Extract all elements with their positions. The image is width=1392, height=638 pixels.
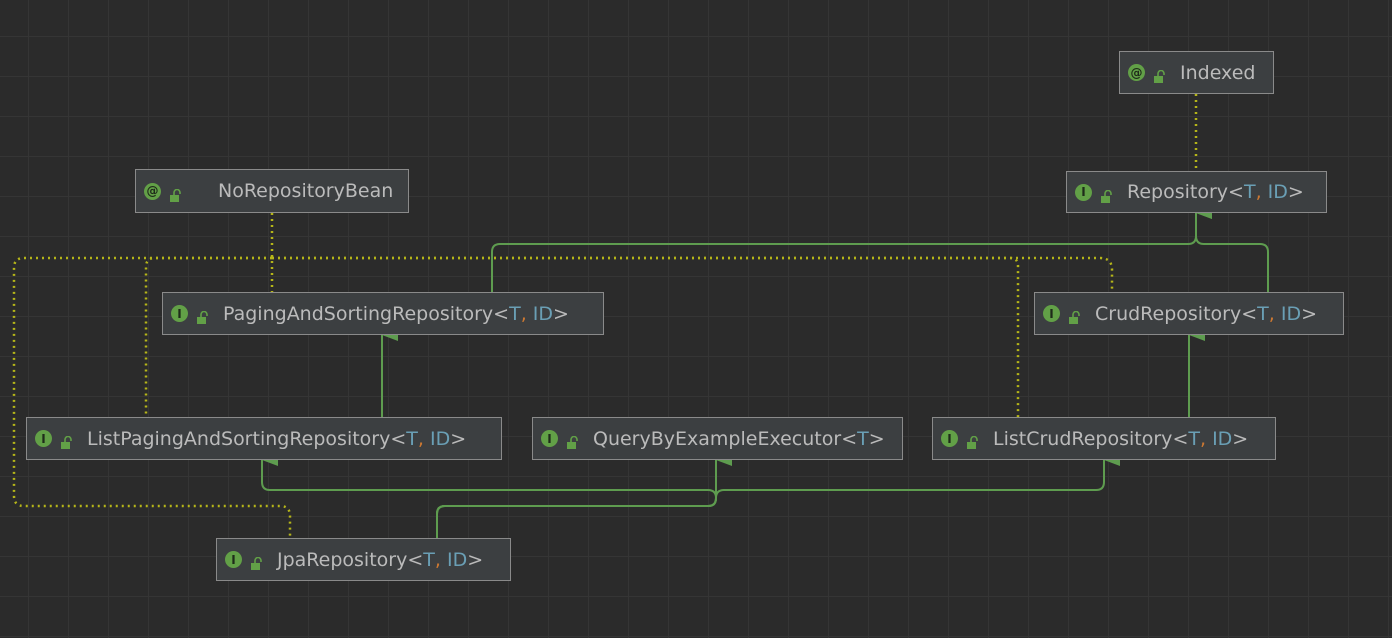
generic-close: > [1232, 427, 1249, 450]
node-label: QueryByExampleExecutor<T> [593, 428, 885, 450]
node-label: PagingAndSortingRepository<T, ID> [223, 303, 569, 325]
generic-open: < [1228, 181, 1244, 203]
type-parameter: ID [446, 548, 468, 571]
generic-open: < [841, 427, 858, 450]
node-list-paging-and-sorting-repository[interactable]: I ListPagingAndSortingRepository<T, ID> [26, 417, 502, 460]
generic-open: < [1172, 427, 1189, 450]
interface-icon: I [1043, 305, 1060, 322]
generic-close: > [553, 302, 569, 325]
node-no-repository-bean[interactable]: @ NoRepositoryBean [135, 169, 409, 213]
edge-jpa-to-listpaging [261, 454, 718, 538]
public-lock-icon [1068, 307, 1081, 324]
annotation-icon: @ [1128, 64, 1145, 81]
type-parameter: T [509, 302, 521, 325]
public-lock-icon [250, 553, 263, 570]
node-label: ListPagingAndSortingRepository<T, ID> [87, 428, 466, 450]
node-list-crud-repository[interactable]: I ListCrudRepository<T, ID> [932, 417, 1276, 460]
public-lock-icon [1153, 66, 1166, 83]
generic-open: < [1241, 302, 1258, 325]
public-lock-icon [196, 307, 209, 324]
node-label: NoRepositoryBean [218, 180, 393, 202]
node-crud-repository[interactable]: I CrudRepository<T, ID> [1034, 292, 1344, 335]
node-label: Indexed [1180, 62, 1255, 84]
interface-icon: I [941, 430, 958, 447]
generic-open: < [493, 302, 510, 325]
type-name: NoRepositoryBean [218, 180, 394, 202]
generic-separator: , [434, 548, 447, 571]
public-lock-icon [1100, 186, 1113, 203]
generic-separator: , [1268, 302, 1281, 325]
public-lock-icon [566, 432, 579, 449]
generic-separator: , [417, 427, 430, 450]
type-name: QueryByExampleExecutor [593, 427, 842, 450]
annotation-norepobean-to-crud [272, 256, 1114, 292]
node-label: ListCrudRepository<T, ID> [993, 428, 1248, 450]
type-parameter: ID [1280, 302, 1302, 325]
type-parameter: T [1257, 302, 1269, 325]
generic-close: > [868, 427, 885, 450]
type-name: CrudRepository [1095, 302, 1242, 325]
edge-jpa-to-querybyexample [436, 454, 732, 538]
generic-close: > [467, 548, 484, 571]
interface-icon: I [35, 430, 52, 447]
generic-close: > [1301, 302, 1317, 325]
interface-icon: I [225, 551, 242, 568]
node-indexed[interactable]: @ Indexed [1119, 51, 1274, 94]
type-parameter: ID [532, 302, 554, 325]
generic-open: < [407, 548, 424, 571]
interface-icon: I [1075, 183, 1092, 201]
node-jpa-repository[interactable]: I JpaRepository<T, ID> [216, 538, 511, 581]
edge-crud-to-repository [1195, 207, 1269, 292]
type-parameter: T [1243, 181, 1256, 203]
edge-jpa-to-listcrud [436, 454, 1120, 538]
public-lock-icon [60, 432, 73, 449]
type-parameter: ID [430, 427, 451, 450]
type-name: ListCrudRepository [993, 427, 1173, 450]
type-parameter: ID [1267, 181, 1288, 203]
type-name: Indexed [1180, 61, 1256, 84]
interface-icon: I [541, 430, 558, 447]
type-parameter: ID [1212, 427, 1233, 450]
node-repository[interactable]: I Repository<T, ID> [1066, 171, 1327, 213]
generic-separator: , [1199, 427, 1213, 450]
node-label: JpaRepository<T, ID> [277, 549, 483, 571]
annotation-icon: @ [144, 182, 161, 200]
public-lock-icon [169, 185, 182, 202]
type-parameter: T [857, 427, 869, 450]
type-name: ListPagingAndSortingRepository [87, 427, 391, 450]
annotation-norepobean-to-listpaging [144, 256, 272, 417]
edge-paging-to-repository [491, 207, 1212, 292]
node-label: Repository<T, ID> [1127, 181, 1304, 203]
node-paging-and-sorting-repository[interactable]: I PagingAndSortingRepository<T, ID> [162, 292, 604, 335]
annotation-norepobean-to-listcrud [272, 256, 1020, 417]
type-name: JpaRepository [277, 548, 408, 571]
generic-open: < [390, 427, 407, 450]
generic-close: > [450, 427, 467, 450]
type-name: Repository [1127, 181, 1229, 203]
type-name: PagingAndSortingRepository [223, 302, 494, 325]
generic-separator: , [1255, 181, 1268, 203]
interface-icon: I [171, 305, 188, 322]
type-parameter: T [406, 427, 418, 450]
generic-separator: , [520, 302, 533, 325]
node-label: CrudRepository<T, ID> [1095, 303, 1317, 325]
node-query-by-example-executor[interactable]: I QueryByExampleExecutor<T> [532, 417, 903, 460]
type-parameter: T [423, 548, 435, 571]
generic-close: > [1287, 181, 1304, 203]
public-lock-icon [966, 432, 979, 449]
type-parameter: T [1188, 427, 1200, 450]
